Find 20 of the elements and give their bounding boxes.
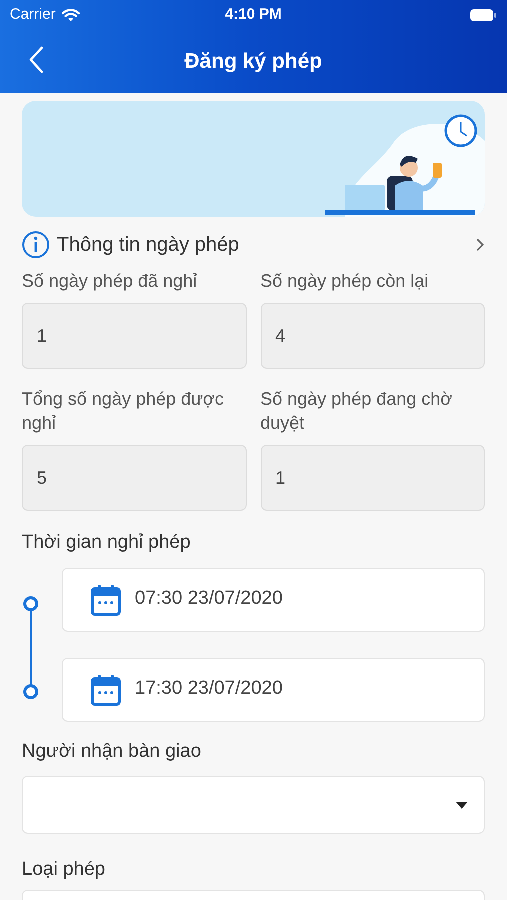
read-only-field: 5 <box>22 445 246 511</box>
field-label: Tổng số ngày phép được nghỉ <box>22 388 225 435</box>
read-only-field: 4 <box>260 303 485 369</box>
section-label: Thời gian nghỉ phép <box>22 531 192 555</box>
field-label: Số ngày phép còn lại <box>260 270 430 293</box>
page-title: Đăng ký phép <box>184 48 322 75</box>
field-label: Người nhận bàn giao <box>22 740 202 764</box>
section-title: Thông tin ngày phép <box>57 233 240 258</box>
carrier-label: Carrier <box>10 4 56 25</box>
read-only-field: 1 <box>22 303 246 369</box>
field-label: Số ngày phép đã nghỉ <box>22 270 198 293</box>
status-time: 4:10 PM <box>225 4 282 25</box>
field-label: Số ngày phép đang chờ duyệt <box>260 388 454 435</box>
field-label: Loại phép <box>22 858 106 882</box>
date-time-value: 07:30 23/07/2020 <box>135 587 283 612</box>
date-time-field[interactable]: 07:30 23/07/2020 <box>62 568 485 632</box>
info-section-row[interactable]: Thông tin ngày phép <box>22 229 485 261</box>
date-time-field[interactable]: 17:30 23/07/2020 <box>62 658 485 722</box>
date-time-value: 17:30 23/07/2020 <box>135 677 283 702</box>
read-only-field: 1 <box>260 445 485 511</box>
